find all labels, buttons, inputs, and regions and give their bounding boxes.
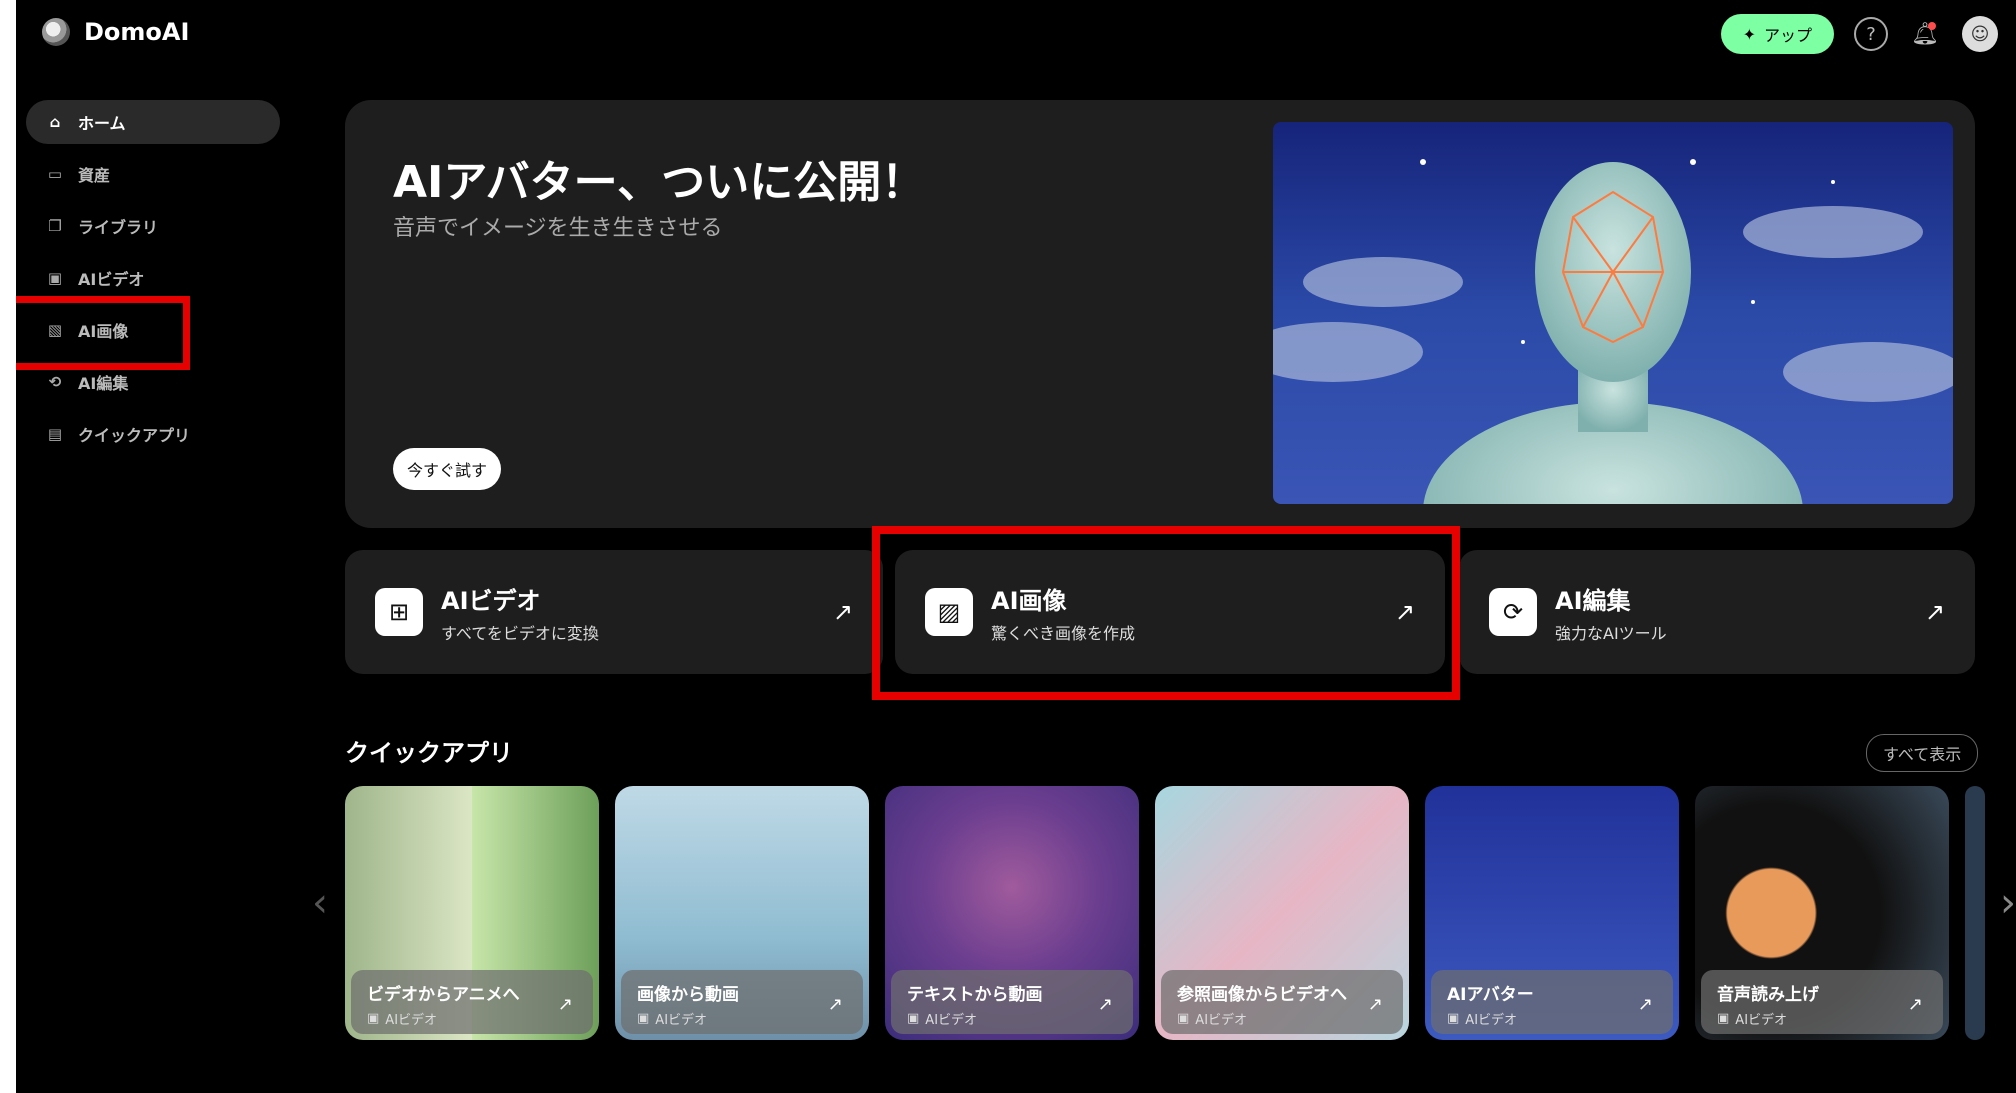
sidebar: ⌂ ホーム ▭ 資産 ❐ ライブラリ ▣ AIビデオ ▧ AI画像 ⟲ AI編集… — [26, 100, 280, 464]
sparkle-icon: ✦ — [1742, 24, 1756, 44]
highlight-box — [872, 526, 1460, 700]
quick-app-card-partial[interactable] — [1965, 786, 1985, 1040]
hero-subtitle: 音声でイメージを生き生きさせる — [393, 216, 723, 241]
video-icon: ▣ — [367, 1011, 380, 1026]
quick-app-name: テキストから動画 — [907, 985, 1043, 1005]
video-icon: ▣ — [1447, 1011, 1460, 1026]
show-all-button[interactable]: すべて表示 — [1866, 734, 1979, 772]
quick-app-label: AIアバター ▣ AIビデオ ↗ — [1431, 970, 1673, 1034]
arrow-up-right-icon: ↗ — [1924, 598, 1945, 626]
quick-app-label: 音声読み上げ ▣ AIビデオ ↗ — [1701, 970, 1943, 1034]
quick-app-card[interactable]: 画像から動画 ▣ AIビデオ ↗ — [615, 786, 869, 1040]
help-icon[interactable]: ? — [1854, 17, 1888, 51]
video-icon: ▣ — [47, 269, 63, 287]
sidebar-item-library[interactable]: ❐ ライブラリ — [26, 204, 280, 248]
quick-app-category: ▣ AIビデオ — [637, 1009, 847, 1028]
bell-icon[interactable]: 🔔︎ — [1908, 17, 1942, 51]
top-actions: ✦ アップ ? 🔔︎ ☺ — [1720, 14, 1998, 54]
app-window: DomoAI ✦ アップ ? 🔔︎ ☺ ⌂ ホーム ▭ 資産 ❐ ライブラリ ▣… — [16, 0, 2016, 1093]
quick-app-name: AIアバター — [1447, 985, 1534, 1005]
quick-app-name: 音声読み上げ — [1717, 985, 1819, 1005]
hero-title: AIアバター、ついに公開！ — [393, 157, 926, 208]
video-icon: ▣ — [1717, 1011, 1730, 1026]
quick-app-card[interactable]: 音声読み上げ ▣ AIビデオ ↗ — [1695, 786, 1949, 1040]
feature-title: AIビデオ — [441, 586, 541, 615]
feature-text: AI編集 強力なAIツール — [1555, 581, 1925, 644]
arrow-up-right-icon: ↗ — [1907, 994, 1923, 1015]
video-icon: ▣ — [907, 1011, 920, 1026]
sidebar-item-label: クイックアプリ — [78, 426, 191, 445]
video-icon: ▣ — [637, 1011, 650, 1026]
feature-card-ai-edit[interactable]: ⟳ AI編集 強力なAIツール ↗ — [1459, 550, 1975, 674]
edit-icon: ⟲ — [48, 373, 62, 391]
arrow-up-right-icon: ↗ — [827, 994, 843, 1015]
quick-app-category: ▣ AIビデオ — [1177, 1009, 1387, 1028]
logo-icon — [42, 18, 70, 46]
quick-app-name: 画像から動画 — [637, 985, 739, 1005]
sidebar-item-label: ホーム — [78, 114, 126, 133]
logo[interactable]: DomoAI — [42, 18, 189, 46]
feature-title: AI編集 — [1555, 586, 1631, 615]
quick-app-name: ビデオからアニメへ — [367, 985, 520, 1005]
notification-dot — [1928, 22, 1936, 30]
library-icon: ❐ — [48, 217, 62, 235]
quick-app-card[interactable]: 参照画像からビデオへ ▣ AIビデオ ↗ — [1155, 786, 1409, 1040]
category-label: AIビデオ — [655, 1013, 708, 1028]
quick-app-category: ▣ AIビデオ — [1447, 1009, 1657, 1028]
section-title: クイックアプリ — [345, 739, 513, 767]
sidebar-item-quick-apps[interactable]: ▤ クイックアプリ — [26, 412, 280, 456]
upgrade-label: アップ — [1763, 26, 1812, 45]
sidebar-item-label: ライブラリ — [78, 218, 159, 237]
video-icon: ▣ — [1177, 1011, 1190, 1026]
arrow-up-right-icon: ↗ — [1097, 994, 1113, 1015]
quick-app-label: テキストから動画 ▣ AIビデオ ↗ — [891, 970, 1133, 1034]
category-label: AIビデオ — [385, 1013, 438, 1028]
app-name: DomoAI — [84, 18, 190, 46]
edit-icon: ⟳ — [1489, 588, 1537, 636]
avatar[interactable]: ☺ — [1962, 16, 1998, 52]
quick-app-card[interactable]: テキストから動画 ▣ AIビデオ ↗ — [885, 786, 1139, 1040]
arrow-up-right-icon: ↗ — [1637, 994, 1653, 1015]
category-label: AIビデオ — [1735, 1013, 1788, 1028]
quick-app-card[interactable]: AIアバター ▣ AIビデオ ↗ — [1425, 786, 1679, 1040]
arrow-up-right-icon: ↗ — [1367, 994, 1383, 1015]
quick-app-label: ビデオからアニメへ ▣ AIビデオ ↗ — [351, 970, 593, 1034]
quick-app-category: ▣ AIビデオ — [1717, 1009, 1927, 1028]
feature-card-ai-video[interactable]: ⊞ AIビデオ すべてをビデオに変換 ↗ — [345, 550, 883, 674]
upgrade-button[interactable]: ✦ アップ — [1720, 14, 1834, 54]
sidebar-item-ai-video[interactable]: ▣ AIビデオ — [26, 256, 280, 300]
quick-app-category: ▣ AIビデオ — [367, 1009, 577, 1028]
sidebar-item-label: AIビデオ — [78, 270, 145, 289]
quick-app-category: ▣ AIビデオ — [907, 1009, 1117, 1028]
chevron-left-icon[interactable]: ‹ — [312, 880, 328, 926]
video-plus-icon: ⊞ — [375, 588, 423, 636]
hero-illustration — [1273, 159, 1953, 504]
feature-subtitle: 強力なAIツール — [1555, 623, 1667, 643]
try-now-button[interactable]: 今すぐ試す — [393, 448, 502, 490]
hero-banner: AIアバター、ついに公開！ 音声でイメージを生き生きさせる 今すぐ試す — [345, 100, 1975, 528]
quick-app-card[interactable]: ビデオからアニメへ ▣ AIビデオ ↗ — [345, 786, 599, 1040]
sidebar-item-label: 資産 — [78, 166, 111, 185]
highlight-box — [16, 296, 190, 370]
drive-icon: ▭ — [47, 165, 63, 183]
sidebar-item-assets[interactable]: ▭ 資産 — [26, 152, 280, 196]
chevron-right-icon[interactable]: › — [2000, 880, 2016, 926]
home-icon: ⌂ — [49, 113, 61, 131]
arrow-up-right-icon: ↗ — [557, 994, 573, 1015]
arrow-up-right-icon: ↗ — [832, 598, 853, 626]
category-label: AIビデオ — [925, 1013, 978, 1028]
feature-subtitle: すべてをビデオに変換 — [441, 623, 599, 643]
category-label: AIビデオ — [1195, 1013, 1248, 1028]
quick-app-label: 画像から動画 ▣ AIビデオ ↗ — [621, 970, 863, 1034]
feature-text: AIビデオ すべてをビデオに変換 — [441, 581, 833, 644]
quick-app-label: 参照画像からビデオへ ▣ AIビデオ ↗ — [1161, 970, 1403, 1034]
hero-avatar-image — [1273, 122, 1953, 504]
category-label: AIビデオ — [1465, 1013, 1518, 1028]
sidebar-item-label: AI編集 — [78, 374, 129, 393]
sidebar-item-home[interactable]: ⌂ ホーム — [26, 100, 280, 144]
apps-icon: ▤ — [47, 425, 63, 443]
quick-app-name: 参照画像からビデオへ — [1177, 985, 1347, 1005]
